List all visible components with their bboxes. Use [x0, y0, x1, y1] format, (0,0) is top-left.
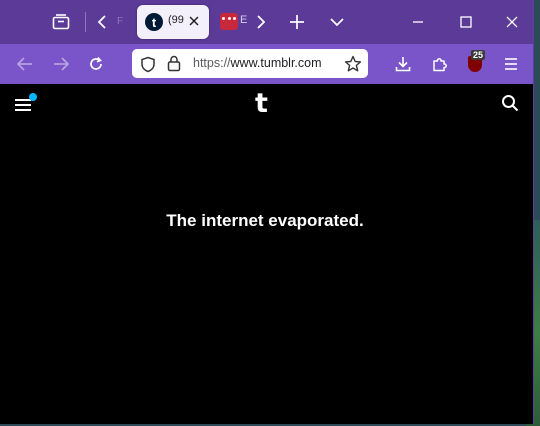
url-bar[interactable]: https://www.tumblr.com — [132, 49, 368, 78]
tumblr-logo[interactable]: t — [255, 90, 275, 118]
lock-icon[interactable] — [165, 54, 183, 72]
tracking-protection-shield-icon[interactable] — [139, 55, 157, 73]
url-scheme: https:// — [193, 56, 231, 70]
close-window-icon[interactable] — [502, 12, 522, 32]
hidden-tab-label: F — [117, 16, 124, 27]
app-menu-hamburger-icon[interactable] — [501, 54, 521, 74]
new-tab-icon[interactable] — [287, 12, 307, 32]
extension-badge-count: 25 — [471, 50, 486, 60]
notification-dot — [29, 93, 37, 101]
tumblr-favicon: t — [145, 13, 163, 31]
search-icon[interactable] — [500, 93, 520, 113]
bookmark-star-icon[interactable] — [343, 54, 362, 73]
error-message: The internet evaporated. — [166, 211, 364, 230]
extension-tab-favicon[interactable] — [220, 13, 238, 30]
scroll-tabs-left-icon[interactable] — [93, 12, 111, 32]
tab-groups-icon[interactable] — [50, 11, 72, 33]
downloads-icon[interactable] — [393, 54, 413, 74]
tab-tumblr[interactable]: t (99 — [137, 5, 209, 39]
back-icon[interactable] — [15, 54, 35, 74]
tab-title: (99 — [168, 14, 184, 26]
url-host: www.tumblr.com — [230, 56, 322, 70]
extensions-puzzle-icon[interactable] — [430, 54, 450, 74]
tab-strip: F t (99 E — [0, 0, 533, 44]
reload-icon[interactable] — [86, 54, 106, 74]
scroll-tabs-right-icon[interactable] — [252, 12, 270, 32]
forward-icon[interactable] — [51, 54, 71, 74]
minimize-icon[interactable] — [408, 12, 428, 32]
close-tab-icon[interactable] — [187, 14, 201, 33]
page-content: t The internet evaporated. — [0, 84, 533, 424]
tab-separator — [85, 12, 86, 32]
inactive-tab-title[interactable]: E — [240, 14, 247, 26]
url-text[interactable]: https://www.tumblr.com — [193, 56, 335, 70]
maximize-icon[interactable] — [456, 12, 476, 32]
list-all-tabs-icon[interactable] — [327, 12, 347, 32]
nav-toolbar: https://www.tumblr.com 25 — [0, 44, 533, 84]
browser-window: F t (99 E https://www.tumblr.com 25 t Th… — [0, 0, 534, 424]
